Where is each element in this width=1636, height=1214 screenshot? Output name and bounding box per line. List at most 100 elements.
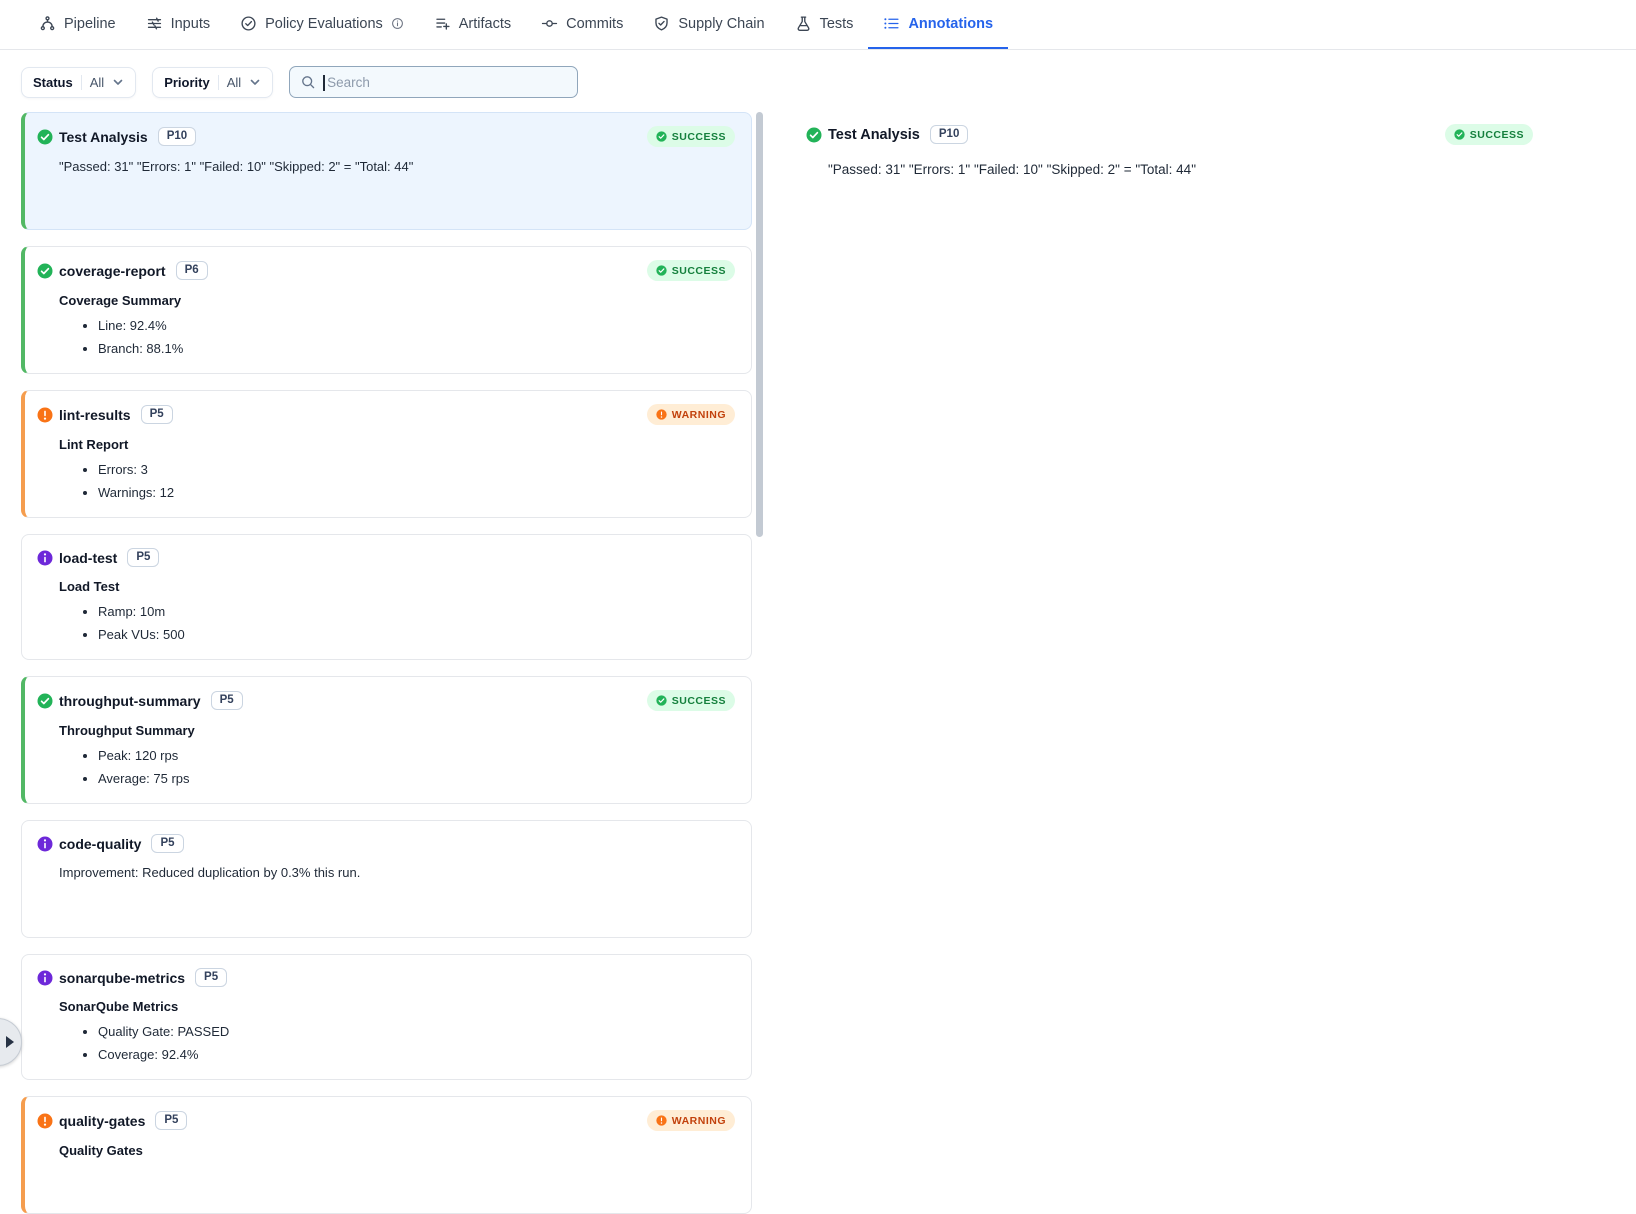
annotation-card[interactable]: quality-gates P5 WARNING Quality Gates <box>21 1096 752 1214</box>
annotation-title: code-quality <box>59 836 141 852</box>
annotation-title: throughput-summary <box>59 693 201 709</box>
tab-supply-chain[interactable]: Supply Chain <box>638 0 779 49</box>
tab-icon <box>39 15 56 32</box>
priority-filter-value: All <box>227 75 241 90</box>
annotation-bullets: Quality Gate: PASSEDCoverage: 92.4% <box>59 1020 735 1066</box>
tab-label: Pipeline <box>64 16 116 32</box>
annotation-heading: Lint Report <box>59 435 735 455</box>
tab-label: Supply Chain <box>678 16 764 32</box>
status-filter-value: All <box>90 75 104 90</box>
card-header: lint-results P5 WARNING <box>37 404 735 425</box>
search-input[interactable] <box>324 75 567 90</box>
bullet-item: Average: 75 rps <box>98 767 735 790</box>
annotation-card[interactable]: sonarqube-metrics P5 SonarQube Metrics Q… <box>21 954 752 1080</box>
chevron-down-icon <box>112 76 124 88</box>
info-icon <box>391 17 404 30</box>
tab-icon <box>883 15 900 32</box>
search-icon <box>300 74 316 90</box>
status-icon <box>37 129 53 145</box>
annotation-card[interactable]: lint-results P5 WARNING Lint Report Erro… <box>21 390 752 518</box>
detail-status-badge: SUCCESS <box>1445 124 1533 145</box>
status-pill-icon <box>656 265 667 276</box>
tab-label: Artifacts <box>459 16 511 32</box>
tab-policy-evaluations[interactable]: Policy Evaluations <box>225 0 419 49</box>
annotation-card[interactable]: code-quality P5 Improvement: Reduced dup… <box>21 820 752 938</box>
card-body: Quality Gates <box>59 1141 735 1161</box>
status-icon <box>37 1113 53 1129</box>
status-icon <box>37 550 53 566</box>
filter-bar: Status All Priority All <box>0 50 1636 112</box>
annotation-card[interactable]: load-test P5 Load Test Ramp: 10mPeak VUs… <box>21 534 752 660</box>
annotations-list-pane: Test Analysis P10 SUCCESS "Passed: 31" "… <box>21 112 766 1214</box>
priority-badge: P5 <box>127 548 159 567</box>
status-badge: SUCCESS <box>647 690 735 711</box>
tab-commits[interactable]: Commits <box>526 0 638 49</box>
card-body: Throughput Summary Peak: 120 rpsAverage:… <box>59 721 735 790</box>
priority-badge: P5 <box>155 1111 187 1130</box>
chevron-down-icon <box>249 76 261 88</box>
card-body: Lint Report Errors: 3Warnings: 12 <box>59 435 735 504</box>
card-header: throughput-summary P5 SUCCESS <box>37 690 735 711</box>
status-badge: SUCCESS <box>647 260 735 281</box>
annotation-title: sonarqube-metrics <box>59 970 185 986</box>
priority-badge: P5 <box>141 405 173 424</box>
tab-annotations[interactable]: Annotations <box>868 0 1008 49</box>
priority-badge: P10 <box>158 127 196 146</box>
annotation-card[interactable]: Test Analysis P10 SUCCESS "Passed: 31" "… <box>21 112 752 230</box>
tab-artifacts[interactable]: Artifacts <box>419 0 526 49</box>
status-filter-dropdown[interactable]: Status All <box>21 67 136 98</box>
status-icon <box>37 693 53 709</box>
annotation-detail-pane: Test Analysis P10 SUCCESS "Passed: 31" "… <box>766 112 1636 177</box>
annotation-bullets: Errors: 3Warnings: 12 <box>59 458 735 504</box>
detail-title: Test Analysis <box>828 127 920 143</box>
status-pill-label: SUCCESS <box>1470 129 1524 141</box>
status-badge: WARNING <box>647 404 735 425</box>
card-body: "Passed: 31" "Errors: 1" "Failed: 10" "S… <box>59 157 735 177</box>
status-icon <box>37 407 53 423</box>
tab-inputs[interactable]: Inputs <box>131 0 226 49</box>
tab-icon <box>795 15 812 32</box>
annotation-title: quality-gates <box>59 1113 145 1129</box>
bullet-item: Branch: 88.1% <box>98 337 735 360</box>
annotation-card[interactable]: coverage-report P6 SUCCESS Coverage Summ… <box>21 246 752 374</box>
status-pill-icon <box>656 131 667 142</box>
card-body: SonarQube Metrics Quality Gate: PASSEDCo… <box>59 997 735 1066</box>
card-header: load-test P5 <box>37 548 735 567</box>
tab-icon <box>240 15 257 32</box>
tab-pipeline[interactable]: Pipeline <box>24 0 131 49</box>
card-header: quality-gates P5 WARNING <box>37 1110 735 1131</box>
tab-tests[interactable]: Tests <box>780 0 869 49</box>
bullet-item: Line: 92.4% <box>98 314 735 337</box>
annotation-heading: Coverage Summary <box>59 291 735 311</box>
status-pill-icon <box>656 695 667 706</box>
divider <box>81 75 82 90</box>
expand-arrow-icon <box>6 1036 14 1048</box>
bullet-item: Peak: 120 rps <box>98 744 735 767</box>
annotations-list: Test Analysis P10 SUCCESS "Passed: 31" "… <box>21 112 752 1214</box>
bullet-item: Errors: 3 <box>98 458 735 481</box>
card-body: Load Test Ramp: 10mPeak VUs: 500 <box>59 577 735 646</box>
bullet-item: Quality Gate: PASSED <box>98 1020 735 1043</box>
priority-filter-dropdown[interactable]: Priority All <box>152 67 273 98</box>
status-icon <box>37 836 53 852</box>
tab-icon <box>653 15 670 32</box>
status-pill-label: WARNING <box>672 409 726 421</box>
card-body: Improvement: Reduced duplication by 0.3%… <box>59 863 735 883</box>
priority-badge: P5 <box>151 834 183 853</box>
status-pill-icon <box>1454 129 1465 140</box>
priority-badge: P6 <box>176 261 208 280</box>
tab-label: Annotations <box>908 16 993 32</box>
scrollbar-thumb[interactable] <box>756 112 763 537</box>
annotation-title: load-test <box>59 550 117 566</box>
annotation-bullets: Peak: 120 rpsAverage: 75 rps <box>59 744 735 790</box>
annotation-title: Test Analysis <box>59 129 148 145</box>
annotation-heading: SonarQube Metrics <box>59 997 735 1017</box>
bullet-item: Ramp: 10m <box>98 600 735 623</box>
tab-label: Inputs <box>171 16 211 32</box>
status-pill-icon <box>656 1115 667 1126</box>
status-badge: SUCCESS <box>647 126 735 147</box>
status-filter-label: Status <box>33 75 73 90</box>
priority-badge: P10 <box>930 125 968 144</box>
annotation-card[interactable]: throughput-summary P5 SUCCESS Throughput… <box>21 676 752 804</box>
tab-icon <box>146 15 163 32</box>
